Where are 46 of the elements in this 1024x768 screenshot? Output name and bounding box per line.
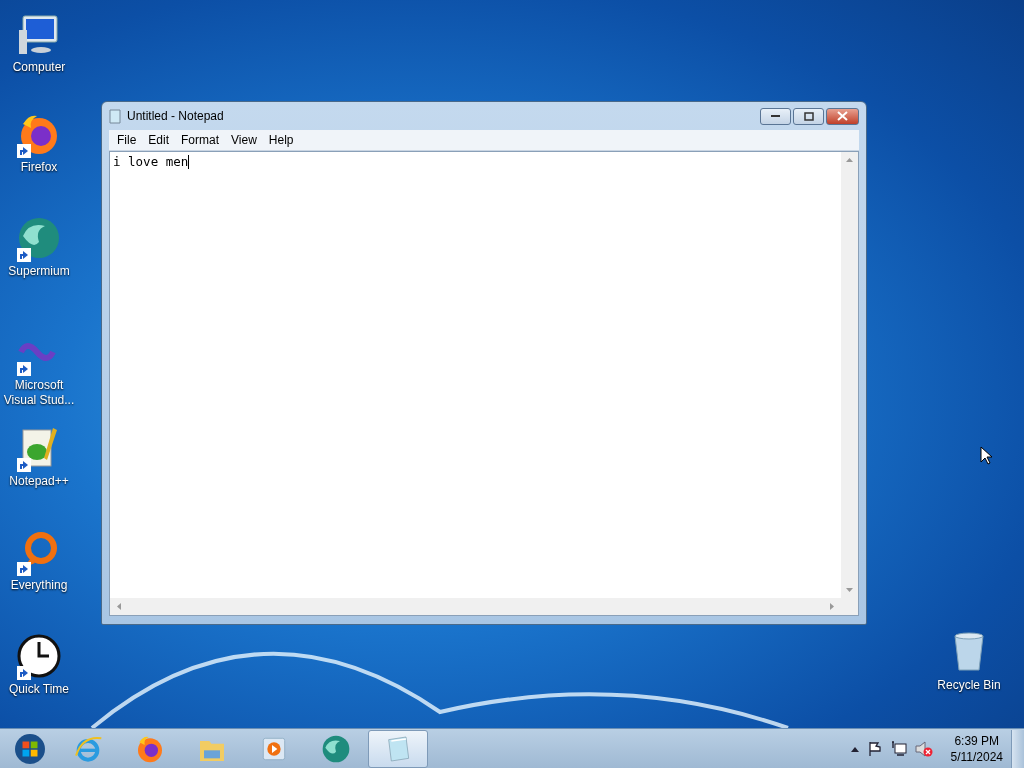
icon-label: Notepad++ — [8, 474, 70, 489]
icon-label: Computer — [11, 60, 67, 75]
desktop-icon[interactable]: Notepad++ — [0, 424, 78, 489]
desktop-icon[interactable]: Firefox — [0, 110, 78, 175]
close-button[interactable] — [826, 107, 859, 125]
icon-label: Microsoft Visual Stud... — [2, 378, 76, 408]
icon-label: Firefox — [19, 160, 59, 175]
taskbar-button[interactable] — [368, 729, 428, 768]
menu-item[interactable]: Edit — [142, 133, 176, 147]
desktop-icon[interactable]: Everything — [0, 528, 78, 593]
menu-item[interactable]: File — [111, 133, 143, 147]
desktop-icon[interactable]: Quick Time — [0, 632, 78, 697]
scroll-left-icon — [116, 602, 122, 611]
document-icon — [109, 108, 121, 124]
icon-label: Quick Time — [8, 682, 70, 697]
icon-label: Everything — [9, 578, 69, 593]
minimize-button[interactable] — [760, 107, 791, 125]
desktop-icon[interactable]: Computer — [0, 10, 78, 75]
text-cursor — [188, 155, 190, 169]
menu-item[interactable]: Help — [262, 133, 300, 147]
minimize-icon — [770, 114, 781, 118]
maximize-icon — [803, 111, 814, 121]
clock-icon — [15, 632, 63, 680]
menu-item[interactable]: View — [225, 133, 263, 147]
scroll-up-icon — [845, 157, 854, 163]
muted-speaker-icon[interactable] — [914, 740, 933, 757]
show-desktop-button[interactable] — [1011, 729, 1024, 768]
menu-item[interactable]: Format — [175, 133, 226, 147]
desktop-icon[interactable]: Recycle Bin — [930, 628, 1008, 693]
clock-date[interactable]: 5/11/2024 — [950, 748, 1003, 765]
scroll-right-icon — [829, 602, 835, 611]
text-area[interactable]: i love men — [110, 152, 841, 598]
maximize-button[interactable] — [793, 107, 824, 125]
scroll-down-icon — [845, 587, 854, 593]
desktop-icon[interactable]: Supermium — [0, 214, 78, 279]
pointer-icon — [980, 446, 992, 465]
icon-label: Supermium — [7, 264, 71, 279]
desktop-icon[interactable]: Microsoft Visual Stud... — [0, 328, 78, 408]
show-hidden-icons-icon[interactable] — [850, 745, 859, 752]
clock-time[interactable]: 6:39 PM — [954, 732, 1000, 749]
icon-label: Recycle Bin — [936, 678, 1002, 693]
network-icon[interactable] — [890, 740, 907, 757]
document-text: i love men — [113, 154, 189, 169]
flag-icon[interactable] — [866, 740, 883, 757]
close-icon — [837, 111, 848, 121]
window-title: Untitled - Notepad — [127, 109, 225, 123]
